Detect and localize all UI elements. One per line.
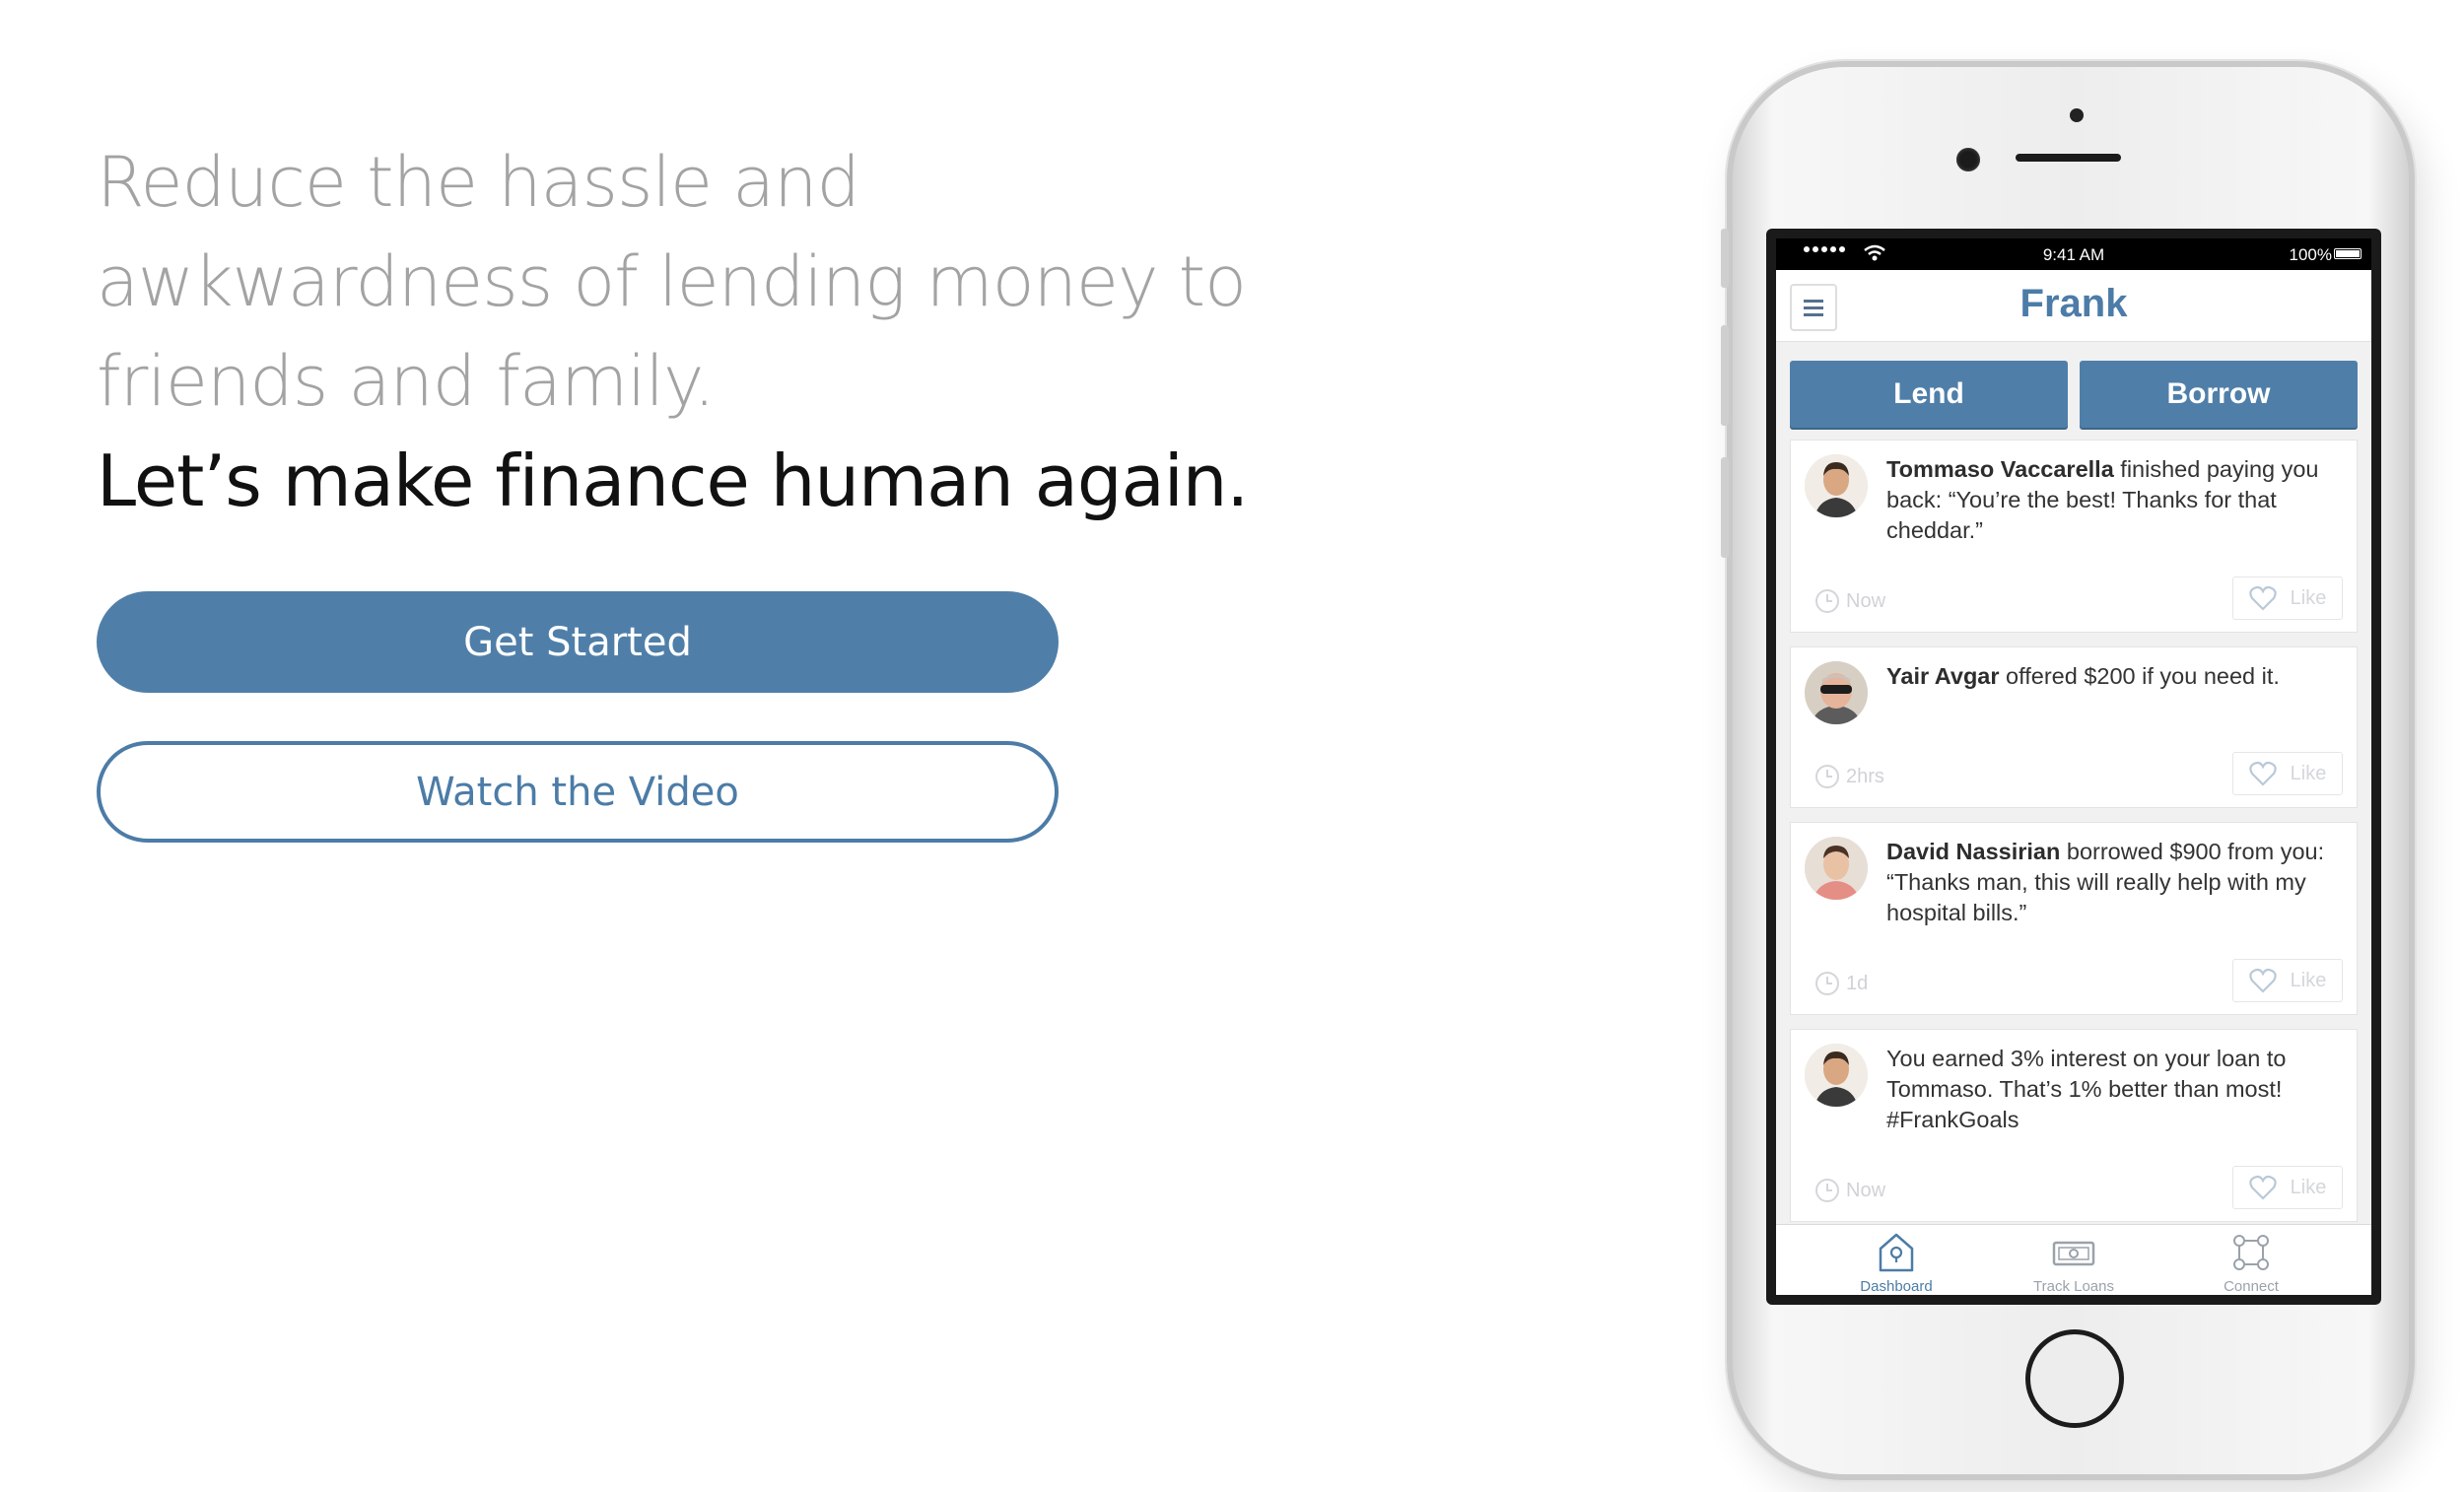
- feed-name[interactable]: Tommaso Vaccarella: [1886, 456, 2114, 482]
- heart-icon: [2248, 968, 2277, 993]
- borrow-button[interactable]: Borrow: [2080, 361, 2358, 428]
- feed-time: 2hrs: [1846, 765, 1884, 787]
- cash-icon: [2052, 1241, 2095, 1266]
- nav-bar: Frank: [1776, 270, 2371, 342]
- front-camera: [1956, 148, 1980, 171]
- feed-name[interactable]: Yair Avgar: [1886, 663, 2000, 689]
- like-label: Like: [2290, 969, 2327, 991]
- earpiece-speaker: [2016, 154, 2121, 162]
- mute-switch: [1721, 229, 1729, 288]
- like-button[interactable]: Like: [2232, 1166, 2343, 1209]
- get-started-button[interactable]: Get Started: [97, 591, 1059, 693]
- hero-text: Reduce the hassle and awkwardness of len…: [97, 133, 1319, 531]
- lend-button[interactable]: Lend: [1790, 361, 2068, 428]
- feed-message: offered $200 if you need it.: [1999, 663, 2280, 689]
- clock-icon: [1815, 765, 1839, 788]
- lend-borrow-tabs: Lend Borrow: [1790, 361, 2358, 428]
- phone-screen: 9:41 AM 100% Frank Lend Borrow Tommaso V…: [1766, 229, 2381, 1305]
- phone-mockup: 9:41 AM 100% Frank Lend Borrow Tommaso V…: [1721, 61, 2415, 1480]
- feed-timestamp: Now: [1814, 588, 1885, 614]
- watch-video-button[interactable]: Watch the Video: [97, 741, 1059, 843]
- like-button[interactable]: Like: [2232, 752, 2343, 795]
- volume-down-button: [1721, 457, 1729, 558]
- heart-icon: [2248, 585, 2277, 611]
- feed-card: David Nassirian borrowed $900 from you: …: [1790, 822, 2358, 1015]
- home-button[interactable]: [2025, 1329, 2124, 1428]
- feed-card: Yair Avgar offered $200 if you need it. …: [1790, 646, 2358, 808]
- battery-percentage: 100%: [2289, 245, 2332, 264]
- clock-icon: [1815, 589, 1839, 613]
- avatar: [1805, 837, 1868, 900]
- connect-icon: [2233, 1235, 2269, 1270]
- tab-label: Dashboard: [1860, 1278, 1933, 1295]
- avatar: [1805, 454, 1868, 517]
- feed-time: Now: [1846, 1179, 1886, 1201]
- heart-icon: [2248, 1175, 2277, 1200]
- like-label: Like: [2290, 762, 2327, 784]
- heart-icon: [2248, 761, 2277, 786]
- feed-text: Yair Avgar offered $200 if you need it.: [1886, 661, 2342, 692]
- tagline: Reduce the hassle and awkwardness of len…: [97, 142, 1247, 422]
- feed-name[interactable]: David Nassirian: [1886, 839, 2060, 864]
- headline: Let’s make finance human again.: [97, 440, 1249, 522]
- clock-icon: [1815, 972, 1839, 995]
- volume-up-button: [1721, 325, 1729, 426]
- feed-text: Tommaso Vaccarella finished paying you b…: [1886, 454, 2342, 546]
- status-bar: 9:41 AM 100%: [1776, 238, 2371, 270]
- bottom-tab-bar: Dashboard Track Loans Connect: [1776, 1224, 2371, 1295]
- feed-timestamp: Now: [1814, 1178, 1885, 1203]
- feed-timestamp: 2hrs: [1814, 764, 1884, 789]
- feed-message: You earned 3% interest on your loan to T…: [1886, 1046, 2287, 1132]
- tab-connect[interactable]: Connect: [2162, 1231, 2340, 1295]
- tab-label: Track Loans: [2033, 1278, 2114, 1295]
- feed-card: You earned 3% interest on your loan to T…: [1790, 1029, 2358, 1222]
- feed-time: 1d: [1846, 972, 1869, 994]
- feed-text: David Nassirian borrowed $900 from you: …: [1886, 837, 2342, 928]
- app-display: 9:41 AM 100% Frank Lend Borrow Tommaso V…: [1776, 238, 2371, 1295]
- tab-dashboard[interactable]: Dashboard: [1808, 1231, 1985, 1295]
- feed-card: Tommaso Vaccarella finished paying you b…: [1790, 440, 2358, 633]
- like-button[interactable]: Like: [2232, 959, 2343, 1002]
- home-icon: [1879, 1233, 1914, 1272]
- battery-icon: [2334, 248, 2361, 259]
- like-label: Like: [2290, 1176, 2327, 1198]
- like-button[interactable]: Like: [2232, 576, 2343, 620]
- feed-time: Now: [1846, 589, 1886, 612]
- avatar: [1805, 661, 1868, 724]
- avatar: [1805, 1044, 1868, 1107]
- feed-timestamp: 1d: [1814, 971, 1868, 996]
- proximity-sensor: [2070, 108, 2084, 122]
- like-label: Like: [2290, 586, 2327, 609]
- status-time: 9:41 AM: [2042, 245, 2105, 264]
- app-title: Frank: [2019, 282, 2128, 325]
- feed-text: You earned 3% interest on your loan to T…: [1886, 1044, 2342, 1135]
- clock-icon: [1815, 1179, 1839, 1202]
- tab-label: Connect: [2224, 1278, 2279, 1295]
- tab-track-loans[interactable]: Track Loans: [1985, 1231, 2162, 1295]
